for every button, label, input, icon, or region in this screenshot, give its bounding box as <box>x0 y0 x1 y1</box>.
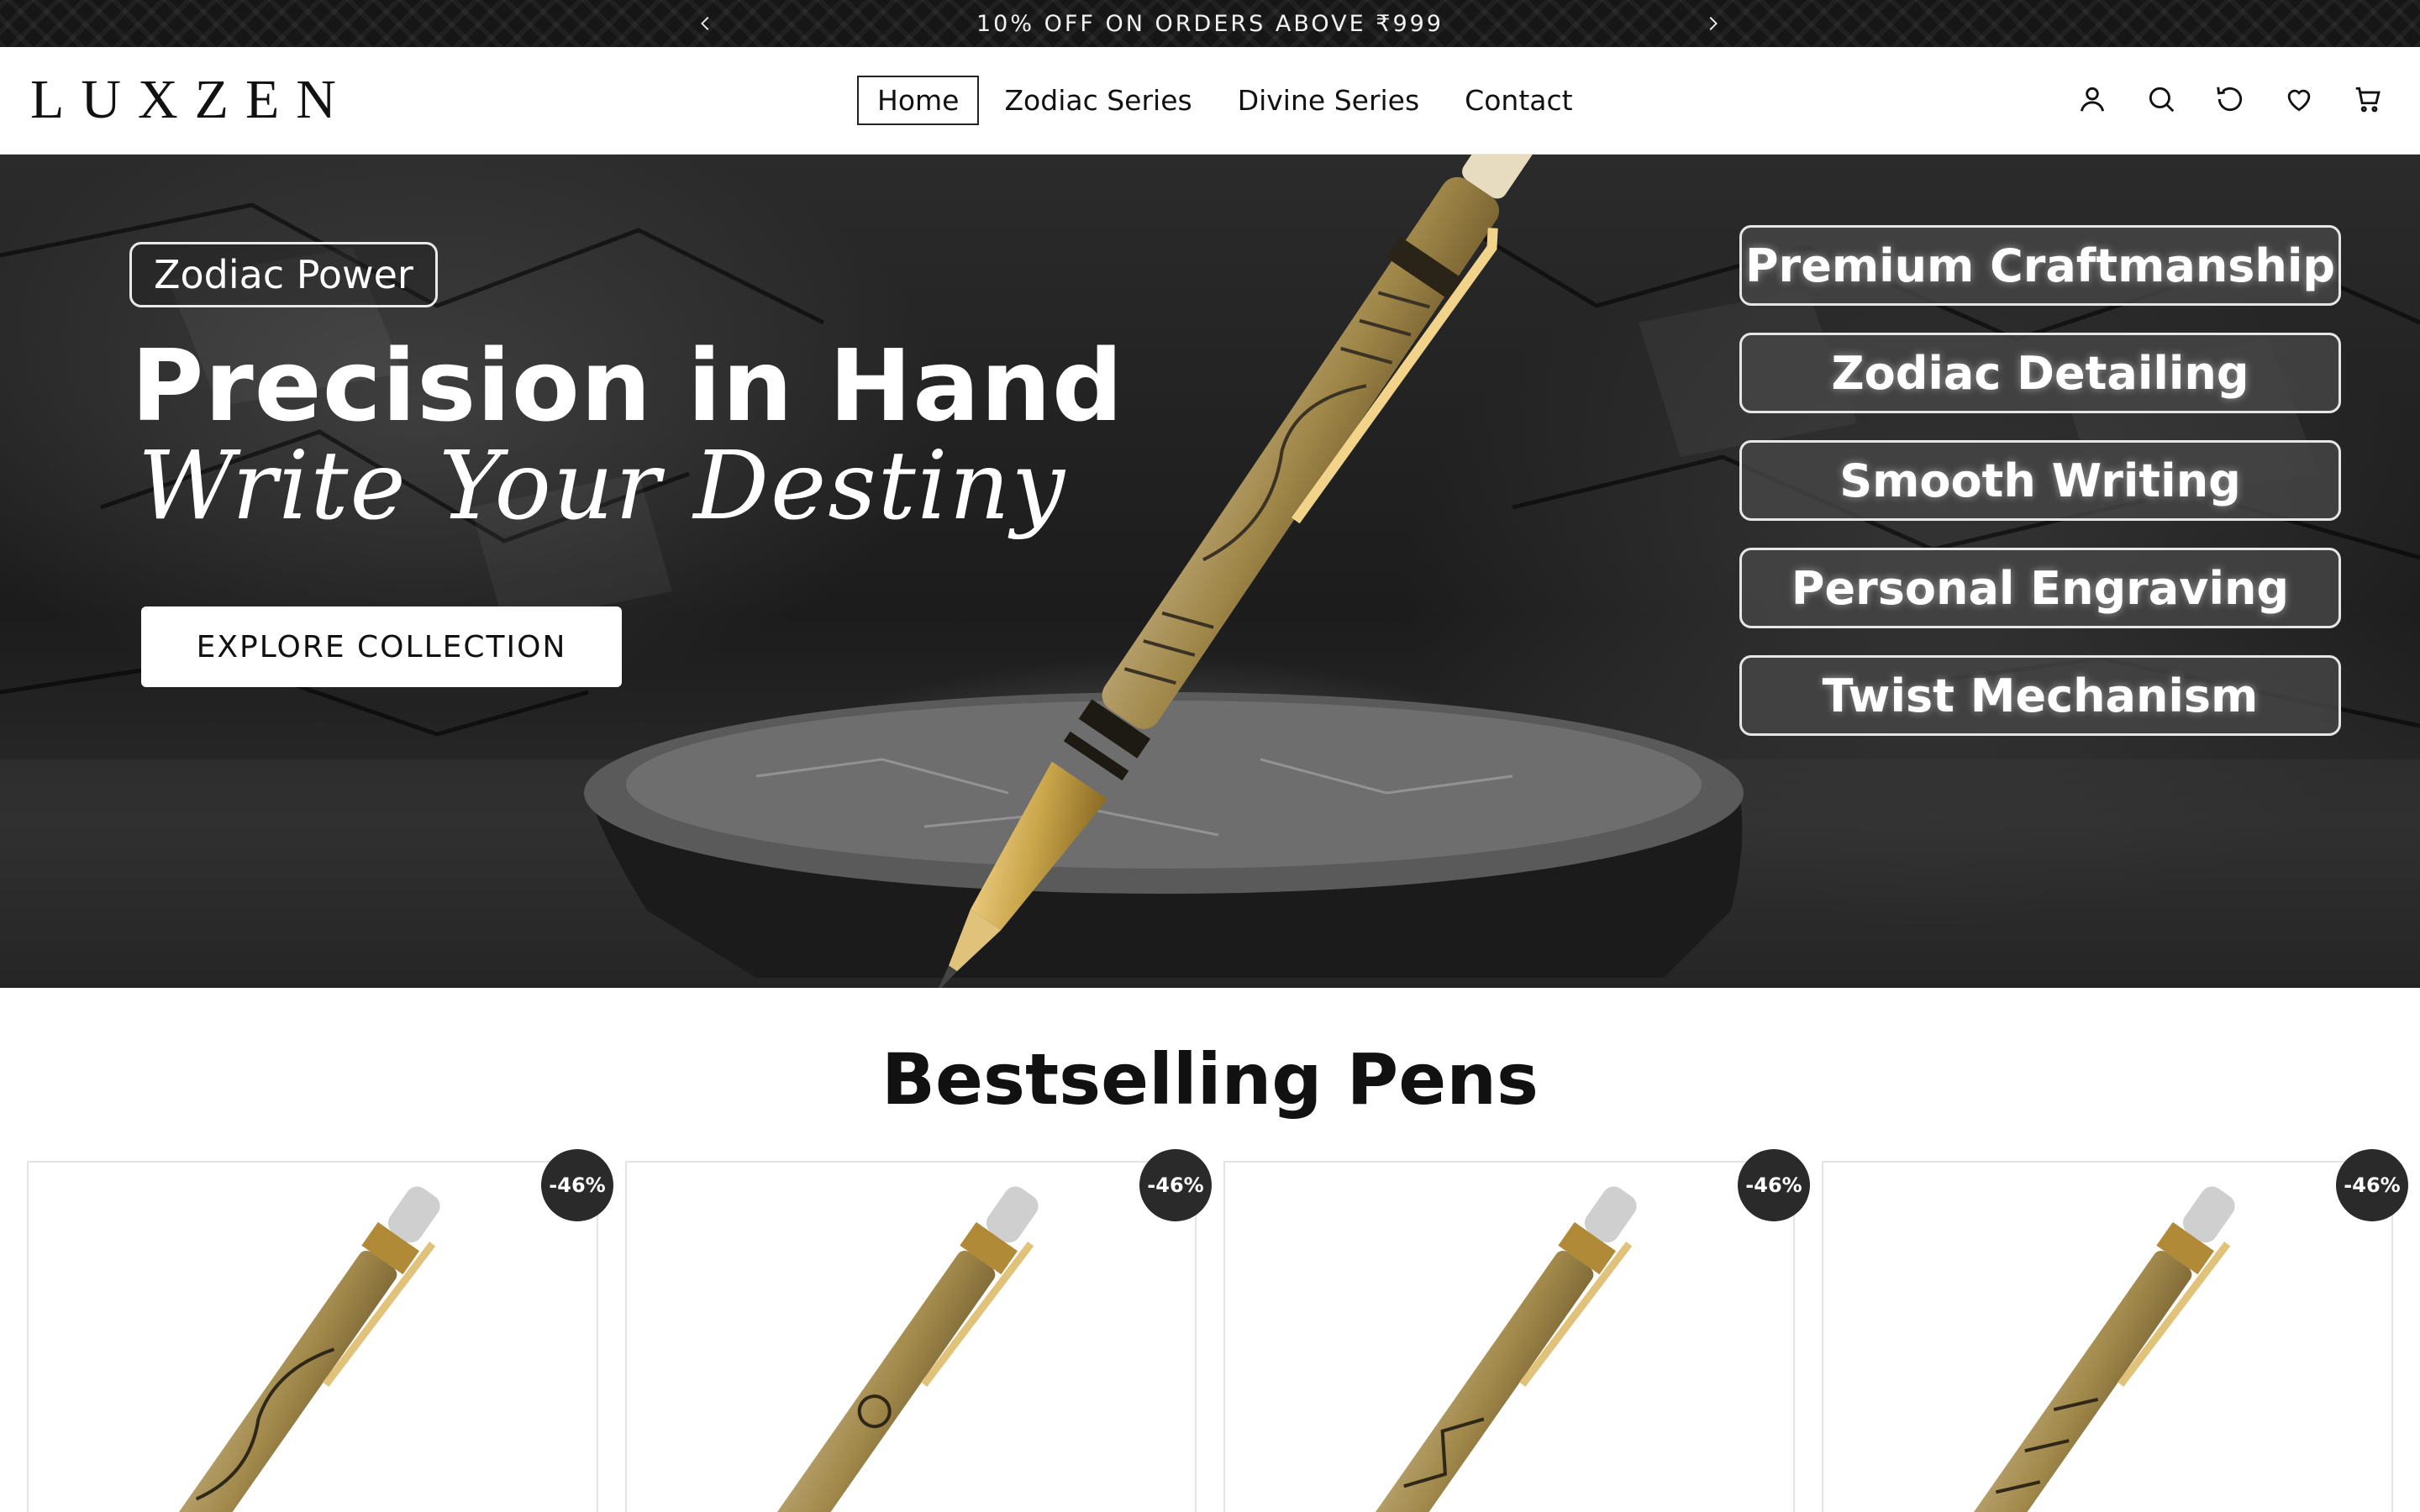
product-image <box>1361 1186 1637 1512</box>
feature-badge: Premium Craftmanship <box>1739 225 2341 306</box>
product-card[interactable] <box>625 1161 1197 1512</box>
announcement-text: 10% OFF ON ORDERS ABOVE ₹999 <box>976 10 1444 37</box>
nav-divine-series[interactable]: Divine Series <box>1218 76 1439 125</box>
cart-icon[interactable] <box>2349 81 2386 118</box>
hero-banner: Zodiac Power Precision in Hand Write You… <box>0 155 2420 988</box>
nav-zodiac-series[interactable]: Zodiac Series <box>984 76 1212 125</box>
product-image <box>763 1186 1039 1512</box>
nav-contact[interactable]: Contact <box>1444 76 1592 125</box>
product-card[interactable] <box>27 1161 598 1512</box>
hero-script-tagline: Write Your Destiny <box>138 432 1067 541</box>
history-icon[interactable] <box>2212 81 2249 118</box>
main-nav: Home Zodiac Series Divine Series Contact <box>857 76 1598 125</box>
account-icon[interactable] <box>2074 81 2111 118</box>
chevron-left-icon[interactable] <box>692 10 719 37</box>
product-grid: -46% -46% -46% -46% <box>27 1149 2408 1512</box>
feature-badge: Smooth Writing <box>1739 440 2341 521</box>
discount-badge: -46% <box>1738 1149 1810 1221</box>
hero-title: Precision in Hand <box>131 328 1124 444</box>
feature-list: Premium Craftmanship Zodiac Detailing Sm… <box>1739 225 2341 763</box>
explore-collection-button[interactable]: EXPLORE COLLECTION <box>141 606 622 687</box>
announcement-bar: 10% OFF ON ORDERS ABOVE ₹999 <box>0 0 2420 47</box>
nav-home[interactable]: Home <box>857 76 980 125</box>
site-header: LUXZEN Home Zodiac Series Divine Series … <box>0 47 2420 155</box>
feature-badge: Twist Mechanism <box>1739 655 2341 736</box>
wishlist-heart-icon[interactable] <box>2281 81 2317 118</box>
logo[interactable]: LUXZEN <box>30 72 353 128</box>
product-image <box>1960 1186 2235 1512</box>
discount-badge: -46% <box>1139 1149 1212 1221</box>
section-title: Bestselling Pens <box>881 1038 1539 1121</box>
hero-tag: Zodiac Power <box>129 242 438 307</box>
discount-badge: -46% <box>2336 1149 2408 1221</box>
feature-badge: Zodiac Detailing <box>1739 333 2341 413</box>
header-icons <box>2042 81 2386 118</box>
feature-badge: Personal Engraving <box>1739 548 2341 628</box>
discount-badge: -46% <box>541 1149 613 1221</box>
chevron-right-icon[interactable] <box>1699 10 1726 37</box>
search-icon[interactable] <box>2143 81 2180 118</box>
product-card[interactable] <box>1223 1161 1795 1512</box>
product-image <box>165 1186 440 1512</box>
product-card[interactable] <box>1822 1161 2393 1512</box>
